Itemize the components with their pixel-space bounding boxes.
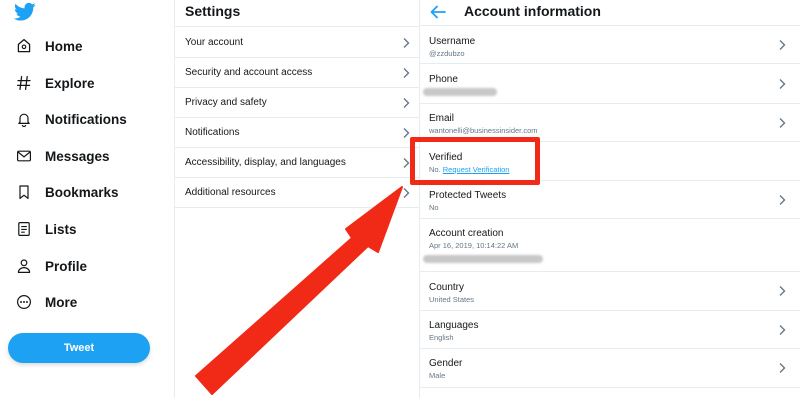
row-value: English bbox=[429, 333, 454, 342]
row-value: No bbox=[429, 203, 439, 212]
bookmark-icon bbox=[14, 182, 34, 202]
row-label: Email bbox=[429, 113, 455, 124]
chevron-right-icon bbox=[403, 127, 410, 138]
chevron-right-icon bbox=[779, 117, 786, 128]
settings-item-your-account[interactable]: Your account bbox=[175, 28, 420, 58]
chevron-right-icon bbox=[779, 324, 786, 335]
settings-item-accessibility[interactable]: Accessibility, display, and languages bbox=[175, 148, 420, 178]
person-icon bbox=[14, 256, 34, 276]
sidebar-item-label: Explore bbox=[45, 75, 95, 91]
settings-item-privacy[interactable]: Privacy and safety bbox=[175, 88, 420, 118]
chevron-right-icon bbox=[403, 67, 410, 78]
row-label: Country bbox=[429, 282, 465, 293]
settings-item-additional-resources[interactable]: Additional resources bbox=[175, 178, 420, 208]
settings-title: Settings bbox=[185, 3, 241, 19]
twitter-bird-icon[interactable] bbox=[13, 2, 36, 22]
sidebar-nav: Home Explore Notifications Messages Book… bbox=[0, 0, 175, 398]
sidebar-item-label: More bbox=[45, 294, 78, 310]
settings-item-label: Your account bbox=[185, 37, 244, 48]
sidebar-item-label: Home bbox=[45, 38, 83, 54]
account-row-username[interactable]: Username @zzdubzo bbox=[420, 27, 800, 64]
sidebar-item-messages[interactable]: Messages bbox=[14, 141, 110, 171]
row-value: Apr 16, 2019, 10:14:22 AM bbox=[429, 241, 519, 250]
sidebar-item-explore[interactable]: Explore bbox=[14, 68, 95, 98]
account-row-creation: Account creation Apr 16, 2019, 10:14:22 … bbox=[420, 219, 800, 272]
row-value: @zzdubzo bbox=[429, 49, 465, 58]
account-row-gender[interactable]: Gender Male bbox=[420, 349, 800, 388]
sidebar-item-label: Bookmarks bbox=[45, 184, 119, 200]
account-information-panel: Account information Username @zzdubzo Ph… bbox=[420, 0, 800, 398]
back-arrow-icon[interactable] bbox=[430, 5, 446, 19]
sidebar-item-profile[interactable]: Profile bbox=[14, 251, 87, 281]
settings-item-notifications[interactable]: Notifications bbox=[175, 118, 420, 148]
chevron-right-icon bbox=[779, 363, 786, 373]
sidebar-item-lists[interactable]: Lists bbox=[14, 214, 77, 244]
chevron-right-icon bbox=[403, 37, 410, 48]
account-row-phone[interactable]: Phone bbox=[420, 64, 800, 104]
chevron-right-icon bbox=[779, 78, 786, 89]
hashtag-icon bbox=[14, 73, 34, 93]
row-label: Protected Tweets bbox=[429, 190, 507, 201]
sidebar-item-label: Notifications bbox=[45, 111, 127, 127]
sidebar-item-label: Profile bbox=[45, 258, 88, 274]
chevron-right-icon bbox=[403, 97, 410, 108]
row-label: Username bbox=[429, 36, 476, 47]
more-dots-icon bbox=[14, 292, 34, 312]
row-label: Gender bbox=[429, 358, 463, 369]
row-value: United States bbox=[429, 295, 475, 304]
settings-item-label: Accessibility, display, and languages bbox=[185, 157, 346, 168]
row-value: Male bbox=[429, 371, 446, 380]
list-icon bbox=[14, 219, 34, 239]
row-label: Account creation bbox=[429, 228, 504, 239]
account-row-languages[interactable]: Languages English bbox=[420, 311, 800, 349]
bell-icon bbox=[14, 109, 34, 129]
redacted-value bbox=[423, 255, 543, 263]
settings-item-security[interactable]: Security and account access bbox=[175, 58, 420, 88]
sidebar-item-label: Lists bbox=[45, 221, 77, 237]
home-icon bbox=[14, 36, 34, 56]
chevron-right-icon bbox=[403, 187, 410, 198]
settings-item-label: Additional resources bbox=[185, 187, 276, 198]
divider bbox=[175, 26, 420, 27]
account-row-country[interactable]: Country United States bbox=[420, 272, 800, 311]
sidebar-item-more[interactable]: More bbox=[14, 287, 77, 317]
sidebar-item-notifications[interactable]: Notifications bbox=[14, 104, 127, 134]
sidebar-item-home[interactable]: Home bbox=[14, 31, 83, 61]
row-label: Phone bbox=[429, 74, 458, 85]
sidebar-item-bookmarks[interactable]: Bookmarks bbox=[14, 177, 119, 207]
redacted-value bbox=[423, 88, 497, 96]
settings-item-label: Security and account access bbox=[185, 67, 313, 78]
annotation-highlight-box bbox=[410, 137, 540, 185]
chevron-right-icon bbox=[779, 286, 786, 296]
row-label: Languages bbox=[429, 320, 479, 331]
settings-item-label: Privacy and safety bbox=[185, 97, 267, 108]
chevron-right-icon bbox=[779, 40, 786, 50]
settings-item-label: Notifications bbox=[185, 127, 240, 138]
account-header: Account information bbox=[420, 0, 800, 26]
account-row-protected-tweets[interactable]: Protected Tweets No bbox=[420, 181, 800, 219]
chevron-right-icon bbox=[403, 157, 410, 168]
tweet-button[interactable]: Tweet bbox=[8, 333, 150, 363]
settings-panel: Settings Your account Security and accou… bbox=[175, 0, 420, 398]
envelope-icon bbox=[14, 146, 34, 166]
chevron-right-icon bbox=[779, 194, 786, 205]
row-value: wantonelli@businessinsider.com bbox=[429, 126, 538, 135]
page-title: Account information bbox=[464, 3, 601, 19]
sidebar-item-label: Messages bbox=[45, 148, 110, 164]
